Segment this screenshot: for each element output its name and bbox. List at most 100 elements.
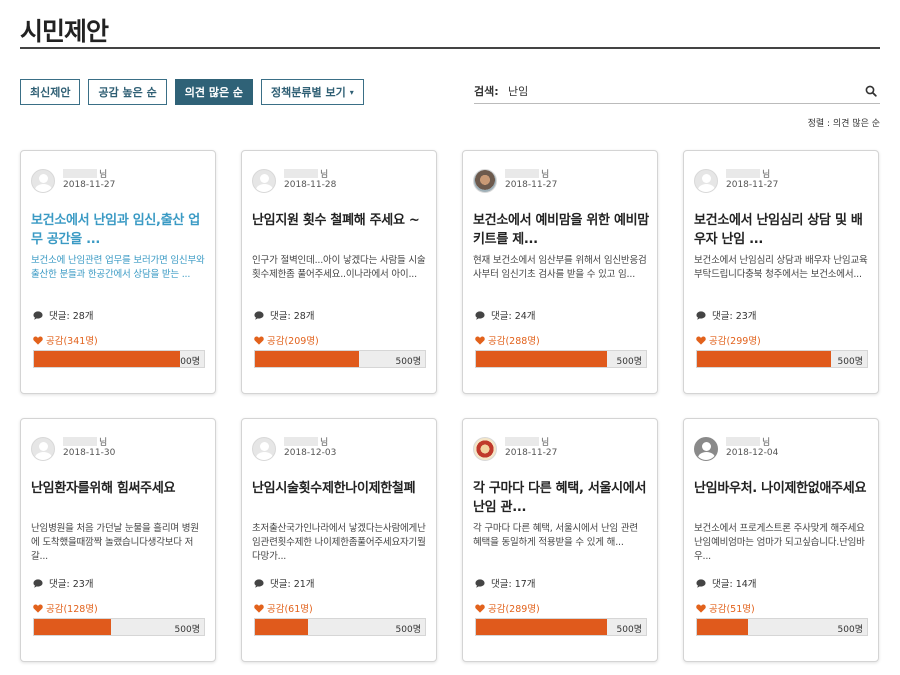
- like-count[interactable]: 공감(128명): [33, 601, 98, 615]
- comment-count: 댓글: 28개: [33, 308, 94, 322]
- post-date: 2018-11-27: [63, 180, 116, 190]
- avatar: [473, 169, 497, 193]
- like-progress-bar: 00명: [33, 350, 205, 368]
- like-target: 500명: [395, 357, 421, 367]
- comment-icon: [696, 578, 706, 588]
- proposal-title[interactable]: 난임지원 횟수 철폐해 주세요 ~: [252, 211, 428, 230]
- post-date: 2018-11-27: [505, 180, 558, 190]
- like-count[interactable]: 공감(299명): [696, 333, 761, 347]
- author-row: 님: [63, 435, 115, 448]
- author-name-redacted: [63, 168, 97, 178]
- card-header: 님 2018-11-27: [473, 436, 558, 461]
- card-header: 님 2018-12-03: [252, 435, 336, 461]
- card-header: 님 2018-11-30: [31, 435, 115, 461]
- avatar: [31, 169, 55, 193]
- post-date: 2018-11-27: [505, 448, 558, 458]
- author-suffix: 님: [541, 437, 550, 448]
- comment-count-text: 댓글: 17개: [491, 579, 536, 590]
- proposal-card[interactable]: 님 2018-11-27 보건소에서 예비맘을 위한 예비맘 키트를 제... …: [462, 150, 658, 394]
- avatar: [694, 437, 718, 461]
- proposal-title[interactable]: 난임시술횟수제한나이제한철폐: [252, 479, 428, 498]
- like-count-text: 공감(209명): [267, 336, 319, 347]
- author-name-redacted: [284, 436, 318, 446]
- author-row: 님: [505, 167, 557, 180]
- proposal-card[interactable]: 님 2018-11-30 난임환자를위해 힘써주세요 난임병원을 처음 가던날 …: [20, 418, 216, 662]
- like-progress-fill: [255, 619, 308, 635]
- like-count[interactable]: 공감(289명): [475, 601, 540, 615]
- search-icon[interactable]: [862, 82, 880, 100]
- category-view-label: 정책분류별 보기: [271, 86, 346, 99]
- page-title: 시민제안: [20, 17, 109, 46]
- card-meta: 님 2018-12-03: [284, 435, 336, 458]
- author-name-redacted: [505, 436, 539, 446]
- author-name-redacted: [726, 168, 760, 178]
- like-count[interactable]: 공감(341명): [33, 333, 98, 347]
- like-progress-bar: 500명: [475, 618, 647, 636]
- proposal-excerpt: 인구가 절벽인데...아이 낳겠다는 사람들 시술횟수제한좀 풀어주세요..이나…: [252, 255, 426, 280]
- sort-latest-button[interactable]: 최신제안: [20, 79, 81, 105]
- post-date: 2018-12-03: [284, 448, 337, 458]
- like-count[interactable]: 공감(209명): [254, 333, 319, 347]
- author-row: 님: [63, 167, 115, 180]
- caret-down-icon: ▾: [349, 87, 354, 97]
- avatar: [252, 169, 276, 193]
- sort-comments-button[interactable]: 의견 많은 순: [174, 79, 254, 105]
- like-progress-fill: [255, 351, 359, 367]
- like-count-text: 공감(289명): [488, 604, 540, 615]
- like-progress-bar: 500명: [254, 618, 426, 636]
- like-count[interactable]: 공감(288명): [475, 333, 540, 347]
- author-name-redacted: [284, 168, 318, 178]
- proposal-excerpt: 현재 보건소에서 임산부를 위해서 임신반응검사부터 임신기초 검사를 받을 수…: [473, 255, 647, 280]
- like-progress-bar: 500명: [696, 350, 868, 368]
- proposal-card[interactable]: 님 2018-11-28 난임지원 횟수 철폐해 주세요 ~ 인구가 절벽인데.…: [241, 150, 437, 394]
- author-suffix: 님: [320, 437, 329, 448]
- comment-count: 댓글: 24개: [475, 308, 536, 322]
- proposal-card[interactable]: 님 2018-11-27 각 구마다 다른 혜택, 서울시에서 난임 관... …: [462, 418, 658, 662]
- like-target: 500명: [616, 357, 642, 367]
- card-header: 님 2018-11-27: [31, 167, 116, 193]
- search-bar: 검색:: [474, 78, 880, 104]
- proposal-card[interactable]: 님 2018-12-04 난임바우처. 나이제한없애주세요 보건소에서 프로게스…: [683, 418, 879, 662]
- comment-count-text: 댓글: 14개: [712, 579, 757, 590]
- like-count-text: 공감(61명): [267, 604, 313, 615]
- proposal-card[interactable]: 님 2018-12-03 난임시술횟수제한나이제한철폐 초저출산국가인나라에서 …: [241, 418, 437, 662]
- card-header: 님 2018-11-28: [252, 167, 336, 193]
- author-name-redacted: [505, 168, 539, 178]
- proposal-title[interactable]: 난임환자를위해 힘써주세요: [31, 479, 207, 498]
- post-date: 2018-12-04: [726, 448, 779, 458]
- proposal-title[interactable]: 각 구마다 다른 혜택, 서울시에서 난임 관...: [473, 479, 649, 517]
- like-progress-bar: 500명: [33, 618, 205, 636]
- comment-count-text: 댓글: 21개: [270, 579, 315, 590]
- card-meta: 님 2018-11-27: [726, 167, 778, 190]
- comment-count-text: 댓글: 23개: [712, 311, 757, 322]
- comment-count-text: 댓글: 23개: [49, 579, 94, 590]
- proposal-title[interactable]: 보건소에서 난임심리 상담 및 배우자 난임 ...: [694, 211, 870, 249]
- category-view-dropdown[interactable]: 정책분류별 보기 ▾: [261, 79, 364, 105]
- title-divider: [20, 47, 880, 49]
- proposal-card[interactable]: 님 2018-11-27 보건소에서 난임심리 상담 및 배우자 난임 ... …: [683, 150, 879, 394]
- like-target: 500명: [395, 625, 421, 635]
- proposal-excerpt: 보건소에서 난임심리 상담과 배우자 난임교육 부탁드립니다충북 청주에서는 보…: [694, 255, 868, 280]
- post-date: 2018-11-27: [726, 180, 779, 190]
- heart-icon: [696, 336, 706, 345]
- comment-count: 댓글: 28개: [254, 308, 315, 322]
- card-meta: 님 2018-11-28: [284, 167, 336, 190]
- author-suffix: 님: [541, 169, 550, 180]
- proposal-title[interactable]: 난임바우처. 나이제한없애주세요: [694, 479, 870, 498]
- sort-toolbar: 최신제안 공감 높은 순 의견 많은 순 정책분류별 보기 ▾: [20, 79, 364, 105]
- like-progress-fill: [34, 619, 111, 635]
- like-count[interactable]: 공감(51명): [696, 601, 755, 615]
- comment-icon: [33, 578, 43, 588]
- heart-icon: [254, 604, 264, 613]
- comment-icon: [475, 310, 485, 320]
- sort-likes-button[interactable]: 공감 높은 순: [88, 79, 167, 105]
- like-progress-fill: [697, 619, 748, 635]
- like-count[interactable]: 공감(61명): [254, 601, 313, 615]
- proposal-title[interactable]: 보건소에서 난임과 임신,출산 업무 공간을 ...: [31, 211, 207, 249]
- comment-count: 댓글: 23개: [33, 576, 94, 590]
- avatar: [31, 437, 55, 461]
- search-input[interactable]: [508, 79, 862, 102]
- avatar: [252, 437, 276, 461]
- proposal-title[interactable]: 보건소에서 예비맘을 위한 예비맘 키트를 제...: [473, 211, 649, 249]
- proposal-card[interactable]: 님 2018-11-27 보건소에서 난임과 임신,출산 업무 공간을 ... …: [20, 150, 216, 394]
